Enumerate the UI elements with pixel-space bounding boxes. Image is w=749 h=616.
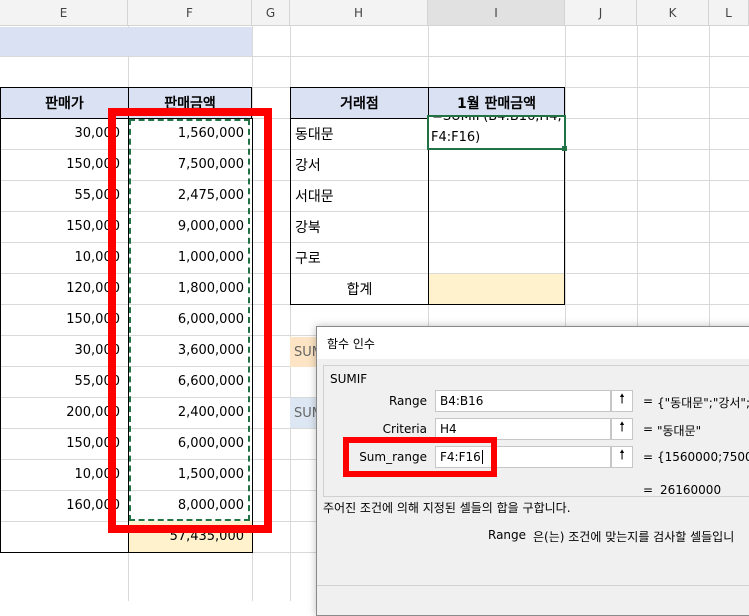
column-header-f[interactable]: F	[128, 0, 252, 26]
fill-handle[interactable]	[562, 146, 567, 151]
total-label-cell[interactable]: 합계	[291, 274, 428, 304]
criteria-result: "동대문"	[657, 424, 702, 438]
column-header-k[interactable]: K	[637, 0, 709, 26]
total-label-text: 합계	[346, 282, 373, 298]
branch-cell[interactable]: 강서	[291, 149, 428, 180]
branch-name: 강북	[295, 219, 321, 236]
range-collapse-icon[interactable]: 🠕	[611, 390, 633, 412]
function-name: SUMIF	[330, 372, 368, 386]
criteria-label: Criteria	[382, 422, 427, 436]
function-arguments-dialog: 함수 인수 SUMIF Range B4:B16 🠕 = {"동대문";"강서"…	[316, 326, 749, 616]
branch-cell[interactable]: 구로	[291, 242, 428, 273]
title-band	[0, 27, 252, 56]
range-result: {"동대문";"강서";	[657, 396, 749, 410]
dialog-titlebar: 함수 인수	[317, 327, 749, 359]
column-header-h[interactable]: H	[290, 0, 428, 26]
column-letter: K	[668, 5, 677, 20]
column-letter: L	[725, 5, 732, 20]
total-sales-cell[interactable]	[429, 274, 564, 304]
column-letter: E	[59, 5, 68, 20]
branch-name: 구로	[295, 250, 321, 267]
column-header-i[interactable]: I	[428, 0, 565, 26]
red-highlight-box	[108, 108, 272, 533]
equals-sign: =	[643, 450, 654, 464]
equals-sign: =	[643, 394, 654, 408]
equals-sign: =	[643, 422, 654, 436]
column-letter: F	[186, 5, 193, 20]
branch-name: 동대문	[295, 126, 334, 143]
branch-cell[interactable]: 서대문	[291, 180, 428, 211]
column-letter: I	[494, 5, 498, 20]
column-letter: J	[598, 5, 603, 20]
range-input[interactable]: B4:B16	[435, 390, 611, 412]
dialog-divider	[317, 585, 749, 586]
header-price-text: 판매가	[45, 96, 84, 112]
active-cell-i4[interactable]: =SUMIF(B4:B16,H4, F4:F16)	[427, 115, 566, 150]
sum-range-result: {1560000;75000	[657, 450, 749, 464]
criteria-collapse-icon[interactable]: 🠕	[611, 418, 633, 440]
function-description: 주어진 조건에 의해 지정된 셀들의 합을 구합니다.	[323, 501, 571, 515]
column-header-g[interactable]: G	[252, 0, 290, 26]
branch-name: 서대문	[295, 188, 334, 205]
formula-line-2: F4:F16)	[431, 130, 481, 145]
equals-sign: =	[643, 483, 654, 497]
header-branch[interactable]: 거래점	[290, 87, 429, 119]
arg-help-name: Range	[488, 528, 527, 542]
column-letter: G	[265, 5, 276, 20]
gridline	[0, 56, 749, 57]
header-branch-text: 거래점	[340, 96, 379, 112]
branch-cell[interactable]: 동대문	[291, 118, 428, 149]
branch-cell[interactable]: 강북	[291, 211, 428, 242]
header-jan-sales-text: 1월 판매금액	[456, 96, 536, 112]
arg-help-text: 은(는) 조건에 맞는지를 검사할 셀들입니	[533, 530, 735, 544]
sum-range-collapse-icon[interactable]: 🠕	[611, 446, 633, 468]
total-result: 26160000	[660, 483, 722, 497]
column-header-l[interactable]: L	[709, 0, 749, 26]
column-letter: H	[353, 5, 364, 20]
branch-name: 강서	[295, 157, 321, 174]
dialog-title: 함수 인수	[327, 337, 375, 351]
red-highlight-sum-range	[343, 437, 497, 477]
formula-line-1: =SUMIF(B4:B16,H4,	[432, 115, 562, 124]
range-label: Range	[388, 394, 427, 408]
column-header-e[interactable]: E	[0, 0, 128, 26]
column-header-j[interactable]: J	[565, 0, 637, 26]
